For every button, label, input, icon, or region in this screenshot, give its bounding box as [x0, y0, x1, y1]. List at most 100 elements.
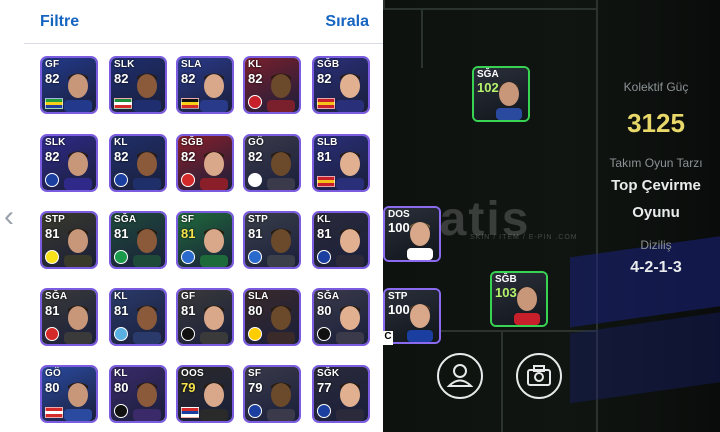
- player-portrait: [336, 73, 364, 112]
- player-portrait: [133, 73, 161, 112]
- player-position: GÖ: [248, 137, 264, 148]
- player-card[interactable]: SĞB 82: [312, 56, 370, 114]
- player-card[interactable]: SLB 81: [312, 134, 370, 192]
- club-badge-icon: [45, 327, 59, 341]
- player-position: SĞB: [317, 59, 340, 70]
- player-card[interactable]: SF 81: [176, 211, 234, 269]
- player-card[interactable]: SLK 82: [40, 134, 98, 192]
- player-position: SF: [248, 368, 262, 379]
- nationality-flag-icon: [45, 98, 63, 109]
- player-position: SF: [181, 214, 195, 225]
- club-badge-icon: [181, 327, 195, 341]
- pitch-player-card[interactable]: DOS 100: [383, 206, 441, 262]
- chevron-left-icon[interactable]: ‹: [4, 200, 14, 234]
- player-portrait: [267, 151, 295, 190]
- player-portrait: [200, 151, 228, 190]
- player-rating: 80: [317, 303, 332, 318]
- player-portrait: [64, 382, 92, 421]
- club-badge-icon: [114, 404, 128, 418]
- player-card[interactable]: SLA 82: [176, 56, 234, 114]
- player-card[interactable]: SF 79: [243, 365, 301, 423]
- nationality-flag-icon: [181, 98, 199, 109]
- pitch-line: [501, 330, 503, 432]
- player-portrait: [200, 228, 228, 267]
- play-style-value-line2: Oyunu: [632, 204, 680, 221]
- player-card[interactable]: OOS 79: [176, 365, 234, 423]
- player-position: SĞB: [181, 137, 204, 148]
- player-card[interactable]: SĞA 81: [40, 288, 98, 346]
- player-card[interactable]: SĞA 80: [312, 288, 370, 346]
- player-position: GF: [45, 59, 60, 70]
- player-rating: 81: [181, 226, 196, 241]
- player-card[interactable]: SĞK 77: [312, 365, 370, 423]
- player-card[interactable]: SLA 80: [243, 288, 301, 346]
- player-portrait: [267, 73, 295, 112]
- player-position: SĞK: [317, 368, 340, 379]
- player-card[interactable]: STP 81: [243, 211, 301, 269]
- club-badge-icon: [248, 95, 262, 109]
- player-card[interactable]: SĞA 81: [109, 211, 167, 269]
- player-card[interactable]: KL 82: [243, 56, 301, 114]
- player-portrait: [133, 228, 161, 267]
- club-badge-icon: [317, 327, 331, 341]
- player-rating: 81: [114, 226, 129, 241]
- player-card[interactable]: SĞB 82: [176, 134, 234, 192]
- player-view-button[interactable]: [437, 353, 483, 399]
- player-position: KL: [114, 137, 128, 148]
- sort-button[interactable]: Sırala: [325, 13, 369, 31]
- club-badge-icon: [45, 173, 59, 187]
- filter-button[interactable]: Filtre: [40, 13, 79, 31]
- player-portrait: [133, 382, 161, 421]
- player-rating: 79: [248, 380, 263, 395]
- player-position: SLA: [248, 291, 269, 302]
- player-rating: 82: [45, 149, 60, 164]
- player-card[interactable]: KL 82: [109, 134, 167, 192]
- player-position: SĞA: [317, 291, 340, 302]
- player-rating: 100: [388, 302, 410, 317]
- player-card[interactable]: GÖ 82: [243, 134, 301, 192]
- pitch-player-card[interactable]: SĞB 103: [490, 271, 548, 327]
- nationality-flag-icon: [45, 407, 63, 418]
- player-rating: 80: [248, 303, 263, 318]
- camera-button[interactable]: [516, 353, 562, 399]
- player-rating: 82: [181, 71, 196, 86]
- club-badge-icon: [114, 327, 128, 341]
- player-card[interactable]: KL 81: [312, 211, 370, 269]
- player-rating: 82: [181, 149, 196, 164]
- player-portrait: [133, 305, 161, 344]
- play-style-value-line1: Top Çevirme: [611, 177, 701, 194]
- pitch-player-card[interactable]: SĞA 102: [472, 66, 530, 122]
- club-badge-icon: [181, 250, 195, 264]
- player-rating: 81: [181, 303, 196, 318]
- player-position: SĞA: [45, 291, 68, 302]
- player-position: STP: [248, 214, 269, 225]
- player-rating: 103: [495, 285, 517, 300]
- player-portrait: [64, 228, 92, 267]
- player-portrait: [200, 382, 228, 421]
- club-badge-icon: [114, 250, 128, 264]
- player-rating: 80: [45, 380, 60, 395]
- nationality-flag-icon: [317, 98, 335, 109]
- player-card[interactable]: GF 81: [176, 288, 234, 346]
- nationality-flag-icon: [114, 98, 132, 109]
- player-portrait: [267, 228, 295, 267]
- player-position: GF: [181, 291, 196, 302]
- player-card[interactable]: KL 81: [109, 288, 167, 346]
- player-card[interactable]: STP 81: [40, 211, 98, 269]
- player-position: KL: [248, 59, 262, 70]
- player-rating: 77: [317, 380, 332, 395]
- player-position: SĞB: [495, 274, 517, 285]
- player-card[interactable]: SLK 82: [109, 56, 167, 114]
- club-badge-icon: [45, 250, 59, 264]
- player-card[interactable]: GF 82: [40, 56, 98, 114]
- game-screen: matis SKIN / ITEM / E-PIN .COM SĞA 102 D…: [0, 0, 720, 432]
- player-card[interactable]: KL 80: [109, 365, 167, 423]
- player-card[interactable]: GÖ 80: [40, 365, 98, 423]
- player-portrait: [336, 305, 364, 344]
- player-rating: 82: [248, 149, 263, 164]
- player-rating: 81: [248, 226, 263, 241]
- club-badge-icon: [248, 327, 262, 341]
- player-position: DOS: [388, 209, 410, 220]
- player-portrait: [336, 151, 364, 190]
- player-portrait: [64, 73, 92, 112]
